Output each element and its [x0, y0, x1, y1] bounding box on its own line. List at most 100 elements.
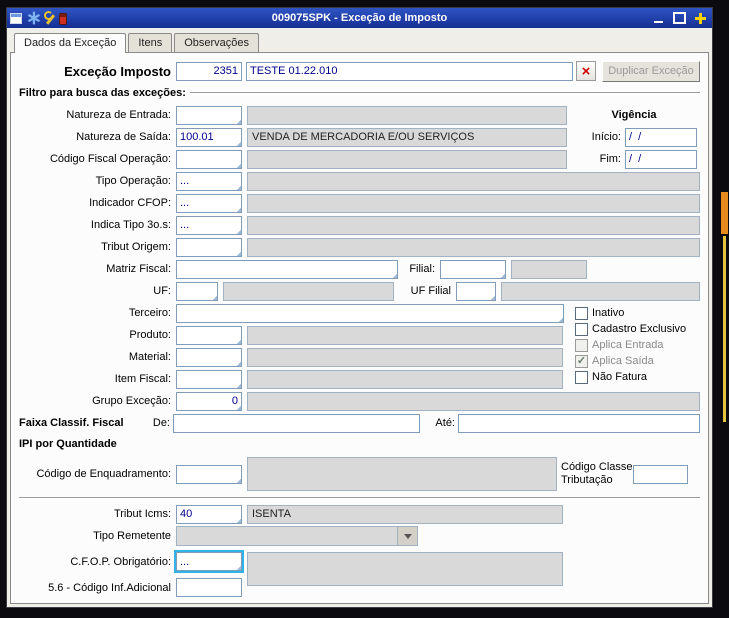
uf-filial-display — [501, 281, 700, 301]
grupo-excecao-input[interactable] — [176, 391, 242, 411]
vigencia-title: Vigência — [611, 109, 657, 121]
natureza-entrada-display — [247, 105, 567, 125]
codigo-fiscal-operacao-input[interactable] — [176, 149, 242, 169]
terceiro-label: Terceiro: — [128, 307, 171, 319]
checkbox-label: Inativo — [592, 307, 625, 319]
wrench-icon[interactable] — [42, 11, 56, 25]
tab-itens[interactable]: Itens — [128, 33, 173, 53]
checkbox-box[interactable] — [575, 306, 588, 320]
cfop-obrigatorio-input[interactable] — [174, 550, 244, 573]
vigencia-fim-group: Fim: — [571, 149, 697, 169]
natureza-saida-row: Natureza de Saída: VENDA DE MERCADORIA E… — [19, 126, 700, 148]
tab-observacoes[interactable]: Observações — [174, 33, 260, 53]
tipo-operacao-label: Tipo Operação: — [95, 175, 171, 187]
ipi-row: Código de Enquadramento: Código Classe T… — [19, 455, 700, 493]
window-plus-button[interactable] — [692, 11, 709, 26]
tribut-icms-input[interactable] — [176, 504, 242, 524]
natureza-saida-input[interactable] — [176, 127, 242, 147]
checkbox-aplica-entrada: Aplica Entrada — [575, 337, 702, 353]
item-fiscal-input[interactable] — [176, 369, 242, 389]
faixa-classif-fiscal-row: Faixa Classif. Fiscal De: Até: — [19, 412, 700, 434]
tribut-origem-label: Tribut Origem: — [101, 241, 171, 253]
cod-enquadramento-label: Código de Enquadramento: — [36, 468, 171, 480]
indica-tipo-3os-input[interactable] — [176, 215, 242, 235]
mid-fields-block: Terceiro: Produto: Material: Item Fiscal… — [19, 302, 700, 412]
indica-tipo-3os-label: Indica Tipo 3o.s: — [90, 219, 171, 231]
filter-section-header: Filtro para busca das exceções: — [19, 85, 700, 101]
terceiro-input[interactable] — [176, 303, 564, 323]
checkbox-aplica-saida: ✓ Aplica Saída — [575, 353, 702, 369]
faixa-ate-input[interactable] — [458, 413, 700, 433]
uf-label: UF: — [153, 285, 171, 297]
checkbox-box[interactable] — [575, 322, 588, 336]
material-label: Material: — [128, 351, 171, 363]
section-divider-line — [189, 92, 700, 94]
item-fiscal-display — [247, 369, 563, 389]
vigencia-inicio-label: Início: — [591, 131, 621, 143]
produto-input[interactable] — [176, 325, 242, 345]
vigencia-fim-input[interactable] — [625, 149, 697, 169]
window-controls — [650, 11, 709, 26]
codigo-fiscal-operacao-label: Código Fiscal Operação: — [49, 153, 171, 165]
ipi-section-title: IPI por Quantidade — [19, 438, 117, 450]
matriz-fiscal-input[interactable] — [176, 259, 398, 279]
cod-classe-tributacao-input[interactable] — [633, 464, 688, 484]
excecao-description-input[interactable] — [246, 61, 573, 81]
codigo-fiscal-operacao-row: Código Fiscal Operação: Fim: — [19, 148, 700, 170]
tipo-remetente-label: Tipo Remetente — [93, 530, 171, 542]
indicador-cfop-input[interactable] — [176, 193, 242, 213]
cod-classe-tributacao-label: Código Classe Tributação — [561, 461, 633, 486]
natureza-entrada-input[interactable] — [176, 105, 242, 125]
tab-bar: Dados da Exceção Itens Observações — [7, 28, 712, 53]
tipo-remetente-select[interactable] — [176, 526, 418, 546]
filial-input[interactable] — [440, 259, 506, 279]
indica-tipo-3os-display — [247, 215, 700, 235]
faixa-de-label: De: — [152, 417, 170, 429]
tribut-origem-input[interactable] — [176, 237, 242, 257]
checkbox-box: ✓ — [575, 354, 588, 368]
codigo-inf-adicional-label: 5.6 - Código Inf.Adicional — [48, 581, 171, 594]
minimize-button[interactable] — [650, 11, 667, 26]
uf-input[interactable] — [176, 281, 218, 301]
codigo-inf-adicional-input[interactable] — [176, 578, 242, 597]
form-window-icon[interactable] — [10, 13, 22, 24]
excecao-imposto-label: Exceção Imposto — [64, 63, 171, 79]
vigencia-header: Vigência — [571, 109, 697, 121]
checkbox-nao-fatura[interactable]: Não Fatura — [575, 369, 702, 385]
exception-header-row: Exceção Imposto Duplicar Exceção — [19, 59, 700, 83]
checkbox-inativo[interactable]: Inativo — [575, 305, 702, 321]
maximize-button[interactable] — [671, 11, 688, 26]
checkbox-cadastro-exclusivo[interactable]: Cadastro Exclusivo — [575, 321, 702, 337]
clear-exception-button[interactable] — [576, 61, 596, 81]
grupo-excecao-row: Grupo Exceção: — [19, 390, 700, 412]
indicador-cfop-label: Indicador CFOP: — [89, 197, 171, 209]
star-icon[interactable] — [25, 7, 42, 30]
tipo-operacao-input[interactable] — [176, 171, 242, 191]
flags-checkbox-column: Inativo Cadastro Exclusivo Aplica Entrad… — [575, 305, 702, 385]
uf-filial-input[interactable] — [456, 281, 496, 301]
tipo-remetente-row: Tipo Remetente — [19, 525, 700, 547]
cfop-left-column: C.F.O.P. Obrigatório: 5.6 - Código Inf.A… — [19, 550, 244, 599]
dropdown-arrow-icon[interactable] — [397, 527, 417, 545]
indicador-cfop-display — [247, 193, 700, 213]
duplicar-excecao-button: Duplicar Exceção — [602, 60, 700, 82]
cfop-obrigatorio-row: C.F.O.P. Obrigatório: — [19, 550, 244, 573]
titlebar-icons — [10, 7, 67, 30]
produto-label: Produto: — [129, 329, 171, 341]
material-input[interactable] — [176, 347, 242, 367]
faixa-de-input[interactable] — [173, 413, 420, 433]
checkbox-box[interactable] — [575, 370, 588, 384]
cod-enquadramento-input[interactable] — [176, 464, 242, 484]
uf-row: UF: UF Filial — [19, 280, 700, 302]
filial-label: Filial: — [409, 263, 435, 275]
tab-dados-da-excecao[interactable]: Dados da Exceção — [14, 33, 127, 53]
extinguisher-icon[interactable] — [59, 12, 67, 25]
cfop-obrigatorio-label: C.F.O.P. Obrigatório: — [70, 555, 171, 568]
checkbox-label: Cadastro Exclusivo — [592, 323, 687, 335]
tribut-origem-display — [247, 237, 700, 257]
tipo-operacao-display — [247, 171, 700, 191]
vigencia-inicio-input[interactable] — [625, 127, 697, 147]
screen-frame: 009075SPK - Exceção de Imposto Dados da … — [0, 0, 729, 618]
uf-filial-label: UF Filial — [410, 285, 451, 297]
excecao-code-input[interactable] — [176, 61, 242, 81]
